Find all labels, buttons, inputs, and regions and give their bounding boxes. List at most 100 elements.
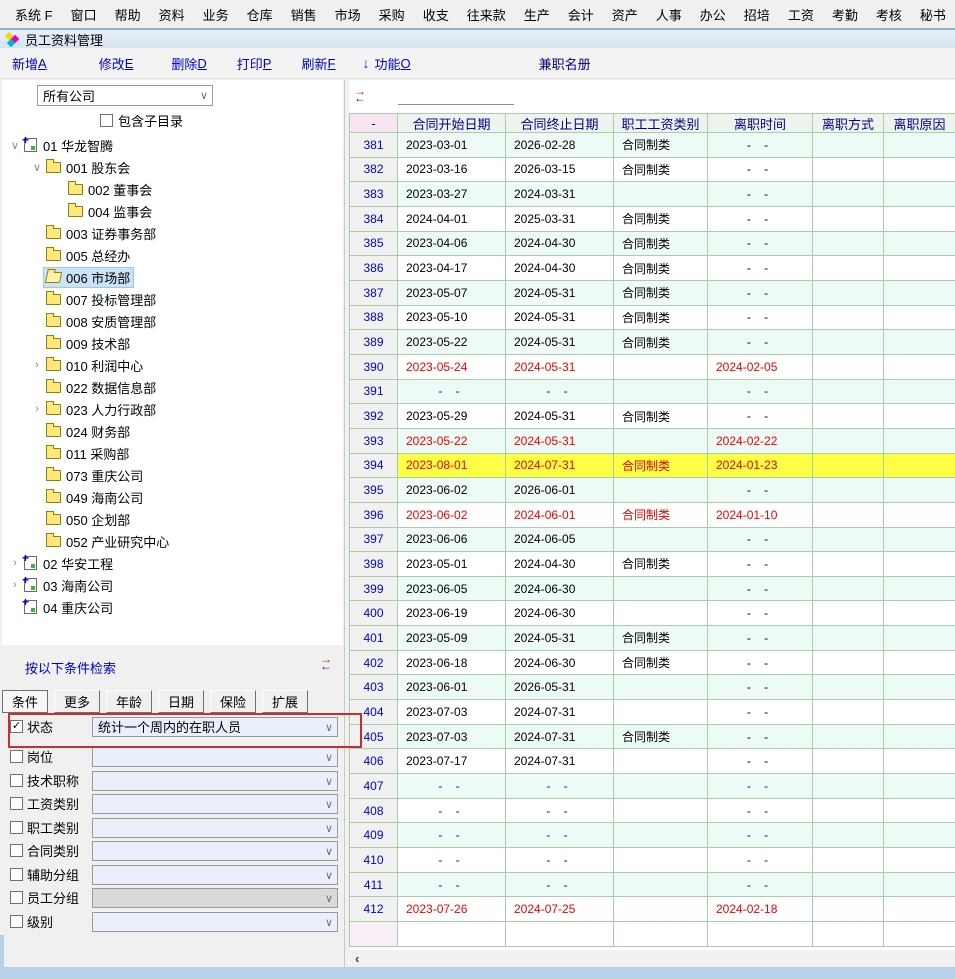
modify-button[interactable]: 修改E — [99, 54, 134, 73]
table-row-empty[interactable] — [350, 922, 955, 947]
tree-item[interactable]: 011 采购部 — [2, 442, 343, 464]
filter-select[interactable]: ∨ — [92, 888, 338, 908]
menu-item[interactable]: 系统 F — [6, 2, 62, 27]
filter-checkbox[interactable] — [10, 821, 23, 834]
filter-tab[interactable]: 保险 — [210, 690, 256, 713]
table-row[interactable]: 3982023-05-012024-04-30合同制类- - — [350, 552, 955, 577]
refresh-button[interactable]: 刷新F — [301, 54, 335, 73]
table-row[interactable]: 3952023-06-022026-06-01- - — [350, 478, 955, 503]
table-row[interactable]: 4042023-07-032024-07-31- - — [350, 700, 955, 725]
tree-item[interactable]: 04 重庆公司 — [2, 596, 343, 618]
tree-item[interactable]: ∨001 股东会 — [2, 156, 343, 178]
table-row[interactable]: 3972023-06-062024-06-05- - — [350, 528, 955, 553]
horizontal-scrollbar[interactable]: ‹ — [349, 950, 955, 967]
table-row[interactable]: 3842024-04-012025-03-31合同制类- - — [350, 207, 955, 232]
column-header[interactable]: 离职方式 — [813, 114, 884, 133]
filter-select[interactable]: ∨ — [92, 841, 338, 861]
expand-closed-icon[interactable]: › — [8, 579, 22, 591]
tree-item[interactable]: 006 市场部 — [2, 266, 343, 288]
menu-item[interactable]: 采购 — [370, 2, 414, 27]
menu-item[interactable]: 人事 — [647, 2, 691, 27]
table-row[interactable]: 391- -- -- - — [350, 380, 955, 405]
tree-item[interactable]: 005 总经办 — [2, 244, 343, 266]
table-row[interactable]: 3882023-05-102024-05-31合同制类- - — [350, 306, 955, 331]
transfer-arrows-icon[interactable]: →← — [354, 88, 366, 102]
tree-item[interactable]: ›023 人力行政部 — [2, 398, 343, 420]
menu-item[interactable]: 生产 — [515, 2, 559, 27]
menu-item[interactable]: 帮助 — [106, 2, 150, 27]
menu-item[interactable]: 资产 — [603, 2, 647, 27]
filter-checkbox[interactable] — [10, 891, 23, 904]
filter-tab[interactable]: 扩展 — [262, 690, 308, 713]
tree-item[interactable]: ›02 华安工程 — [2, 552, 343, 574]
menu-item[interactable]: 往来款 — [458, 2, 515, 27]
filter-checkbox[interactable] — [10, 797, 23, 810]
table-row[interactable]: 3942023-08-012024-07-31合同制类2024-01-23 — [350, 454, 955, 479]
filter-select[interactable]: ∨ — [92, 771, 338, 791]
column-header[interactable]: 离职原因 — [884, 114, 955, 133]
tree-item[interactable]: ∨01 华龙智腾 — [2, 134, 343, 156]
print-button[interactable]: 打印P — [237, 54, 272, 73]
table-row[interactable]: 407- -- -- - — [350, 774, 955, 799]
menu-item[interactable]: 办公 — [691, 2, 735, 27]
table-row[interactable]: 3832023-03-272024-03-31- - — [350, 182, 955, 207]
expand-open-icon[interactable]: ∨ — [30, 161, 44, 174]
tree-item[interactable]: 008 安质管理部 — [2, 310, 343, 332]
transfer-arrows-icon[interactable]: →← — [320, 656, 332, 670]
menu-item[interactable]: 工资 — [779, 2, 823, 27]
filter-checkbox[interactable] — [10, 750, 23, 763]
filter-checkbox[interactable]: ✓ — [10, 720, 23, 733]
table-row[interactable]: 408- -- -- - — [350, 799, 955, 824]
table-row[interactable]: 3932023-05-222024-05-312024-02-22 — [350, 429, 955, 454]
delete-button[interactable]: 删除D — [171, 54, 206, 73]
parttime-roster-label[interactable]: 兼职名册 — [539, 54, 591, 73]
filter-tab[interactable]: 更多 — [54, 690, 100, 713]
filter-checkbox[interactable] — [10, 868, 23, 881]
table-row[interactable]: 3852023-04-062024-04-30合同制类- - — [350, 232, 955, 257]
add-button[interactable]: 新增A — [12, 54, 47, 73]
tree-item[interactable]: 050 企划部 — [2, 508, 343, 530]
table-row[interactable]: 3862023-04-172024-04-30合同制类- - — [350, 256, 955, 281]
include-subdir-checkbox[interactable]: 包含子目录 — [100, 111, 183, 130]
expand-closed-icon[interactable]: › — [30, 359, 44, 371]
function-button[interactable]: ↓功能O — [362, 54, 410, 73]
filter-select[interactable]: ∨ — [92, 794, 338, 814]
scroll-left-icon[interactable]: ‹ — [349, 951, 359, 966]
menu-item[interactable]: 招培 — [735, 2, 779, 27]
filter-tab[interactable]: 条件 — [2, 690, 48, 713]
filter-checkbox[interactable] — [10, 774, 23, 787]
column-header[interactable]: 合同开始日期 — [398, 114, 506, 133]
tree-item[interactable]: 007 投标管理部 — [2, 288, 343, 310]
company-select[interactable]: 所有公司 ∨ — [37, 85, 213, 106]
tree-item[interactable]: 004 监事会 — [2, 200, 343, 222]
table-row[interactable]: 4012023-05-092024-05-31合同制类- - — [350, 626, 955, 651]
tree-item[interactable]: 022 数据信息部 — [2, 376, 343, 398]
table-row[interactable]: 4122023-07-262024-07-252024-02-18 — [350, 897, 955, 922]
expand-open-icon[interactable]: ∨ — [8, 139, 22, 152]
filter-select[interactable]: ∨ — [92, 912, 338, 932]
expand-closed-icon[interactable]: › — [8, 557, 22, 569]
menu-item[interactable]: 销售 — [282, 2, 326, 27]
tree-item[interactable]: 003 证券事务部 — [2, 222, 343, 244]
table-row[interactable]: 4062023-07-172024-07-31- - — [350, 749, 955, 774]
menu-item[interactable]: 窗口 — [62, 2, 106, 27]
column-header[interactable]: - — [350, 114, 398, 133]
table-row[interactable]: 3872023-05-072024-05-31合同制类- - — [350, 281, 955, 306]
table-row[interactable]: 4002023-06-192024-06-30- - — [350, 601, 955, 626]
tree-item[interactable]: ›03 海南公司 — [2, 574, 343, 596]
menu-item[interactable]: 业务 — [194, 2, 238, 27]
tree-item[interactable]: 024 财务部 — [2, 420, 343, 442]
menu-item[interactable]: 会计 — [559, 2, 603, 27]
menu-item[interactable]: 考勤 — [823, 2, 867, 27]
menu-item[interactable]: 收支 — [414, 2, 458, 27]
table-row[interactable]: 410- -- -- - — [350, 848, 955, 873]
table-row[interactable]: 4032023-06-012026-05-31- - — [350, 675, 955, 700]
column-header[interactable]: 离职时间 — [708, 114, 813, 133]
table-row[interactable]: 3812023-03-012026-02-28合同制类- - — [350, 133, 955, 158]
tree-item[interactable]: 073 重庆公司 — [2, 464, 343, 486]
table-row[interactable]: 3822023-03-162026-03-15合同制类- - — [350, 158, 955, 183]
expand-closed-icon[interactable]: › — [30, 403, 44, 415]
table-row[interactable]: 409- -- -- - — [350, 823, 955, 848]
menu-item[interactable]: 秘书 — [911, 2, 955, 27]
table-row[interactable]: 3892023-05-222024-05-31合同制类- - — [350, 330, 955, 355]
